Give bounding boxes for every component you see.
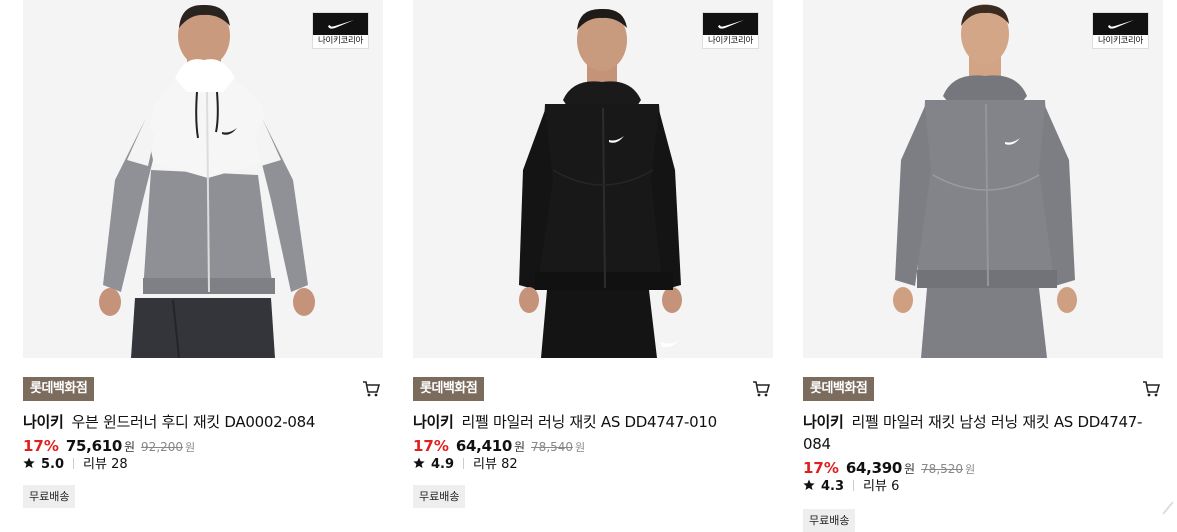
product-name: 리펠 마일러 러닝 재킷 AS DD4747-010 <box>461 413 718 431</box>
price-row: 17% 64,410 원 78,540 원 <box>413 435 585 457</box>
product-title[interactable]: 나이키 리펠 마일러 러닝 재킷 AS DD4747-010 <box>413 411 758 433</box>
product-image[interactable]: 나이키코리아 <box>803 0 1163 358</box>
scroll-top-icon[interactable] <box>1161 496 1175 516</box>
product-name: 리펠 마일러 재킷 남성 러닝 재킷 AS DD4747-084 <box>803 413 1143 453</box>
cart-icon[interactable] <box>752 380 770 398</box>
sale-price: 75,610 <box>65 437 122 455</box>
shipping-tag: 무료배송 <box>23 485 76 508</box>
product-title[interactable]: 나이키 리펠 마일러 재킷 남성 러닝 재킷 AS DD4747-084 <box>803 411 1148 455</box>
shipping-tag: 무료배송 <box>803 509 856 532</box>
rating-row: 5.0 리뷰 28 <box>23 455 128 475</box>
original-currency-unit: 원 <box>965 463 976 476</box>
currency-unit: 원 <box>514 440 526 454</box>
price-row: 17% 75,610 원 92,200 원 <box>23 435 195 457</box>
rating-score: 5.0 <box>41 457 65 472</box>
rating-score: 4.3 <box>821 479 845 494</box>
rating-score: 4.9 <box>431 457 455 472</box>
product-brand: 나이키 <box>23 413 64 431</box>
product-name: 우븐 윈드러너 후디 재킷 DA0002-084 <box>71 413 316 431</box>
discount-rate: 17% <box>23 437 59 455</box>
discount-rate: 17% <box>803 459 839 477</box>
divider <box>853 480 855 491</box>
divider <box>463 458 465 469</box>
store-tag: 롯데백화점 <box>23 377 95 401</box>
shipping-tag: 무료배송 <box>413 485 466 508</box>
nike-swoosh-icon <box>718 20 744 29</box>
store-tag: 롯데백화점 <box>803 377 875 401</box>
cart-icon[interactable] <box>362 380 380 398</box>
original-currency-unit: 원 <box>575 441 586 454</box>
sale-price: 64,410 <box>455 437 512 455</box>
badge-label: 나이키코리아 <box>317 36 364 46</box>
nike-swoosh-icon <box>328 20 354 29</box>
product-card[interactable]: 나이키코리아 롯데백화점 나이키 리펠 마일러 재킷 남성 러닝 재킷 AS DD… <box>803 0 1163 532</box>
brand-badge: 나이키코리아 <box>312 12 369 49</box>
currency-unit: 원 <box>904 462 916 476</box>
product-image[interactable]: 나이키코리아 <box>23 0 383 358</box>
review-count: 리뷰 28 <box>83 457 128 472</box>
divider <box>73 458 75 469</box>
brand-badge: 나이키코리아 <box>1092 12 1149 49</box>
cart-icon[interactable] <box>1142 380 1160 398</box>
original-price: 78,520 <box>921 462 964 476</box>
currency-unit: 원 <box>124 440 136 454</box>
store-tag: 롯데백화점 <box>413 377 485 401</box>
product-image[interactable]: 나이키코리아 <box>413 0 773 358</box>
product-brand: 나이키 <box>803 413 844 431</box>
product-card[interactable]: 나이키코리아 롯데백화점 나이키 우븐 윈드러너 후디 재킷 DA0002-084… <box>23 0 383 516</box>
discount-rate: 17% <box>413 437 449 455</box>
star-icon <box>23 457 35 468</box>
product-brand: 나이키 <box>413 413 454 431</box>
price-row: 17% 64,390 원 78,520 원 <box>803 457 975 479</box>
star-icon <box>803 479 815 490</box>
original-currency-unit: 원 <box>185 441 196 454</box>
product-title[interactable]: 나이키 우븐 윈드러너 후디 재킷 DA0002-084 <box>23 411 368 433</box>
original-price: 92,200 <box>141 440 184 454</box>
original-price: 78,540 <box>531 440 574 454</box>
product-card[interactable]: 나이키코리아 롯데백화점 나이키 리펠 마일러 러닝 재킷 AS DD4747-0… <box>413 0 773 516</box>
review-count: 리뷰 82 <box>473 457 518 472</box>
badge-label: 나이키코리아 <box>707 36 754 46</box>
badge-label: 나이키코리아 <box>1097 36 1144 46</box>
nike-swoosh-icon <box>1108 20 1134 29</box>
brand-badge: 나이키코리아 <box>702 12 759 49</box>
review-count: 리뷰 6 <box>863 479 900 494</box>
star-icon <box>413 457 425 468</box>
rating-row: 4.3 리뷰 6 <box>803 477 899 497</box>
sale-price: 64,390 <box>845 459 902 477</box>
rating-row: 4.9 리뷰 82 <box>413 455 518 475</box>
